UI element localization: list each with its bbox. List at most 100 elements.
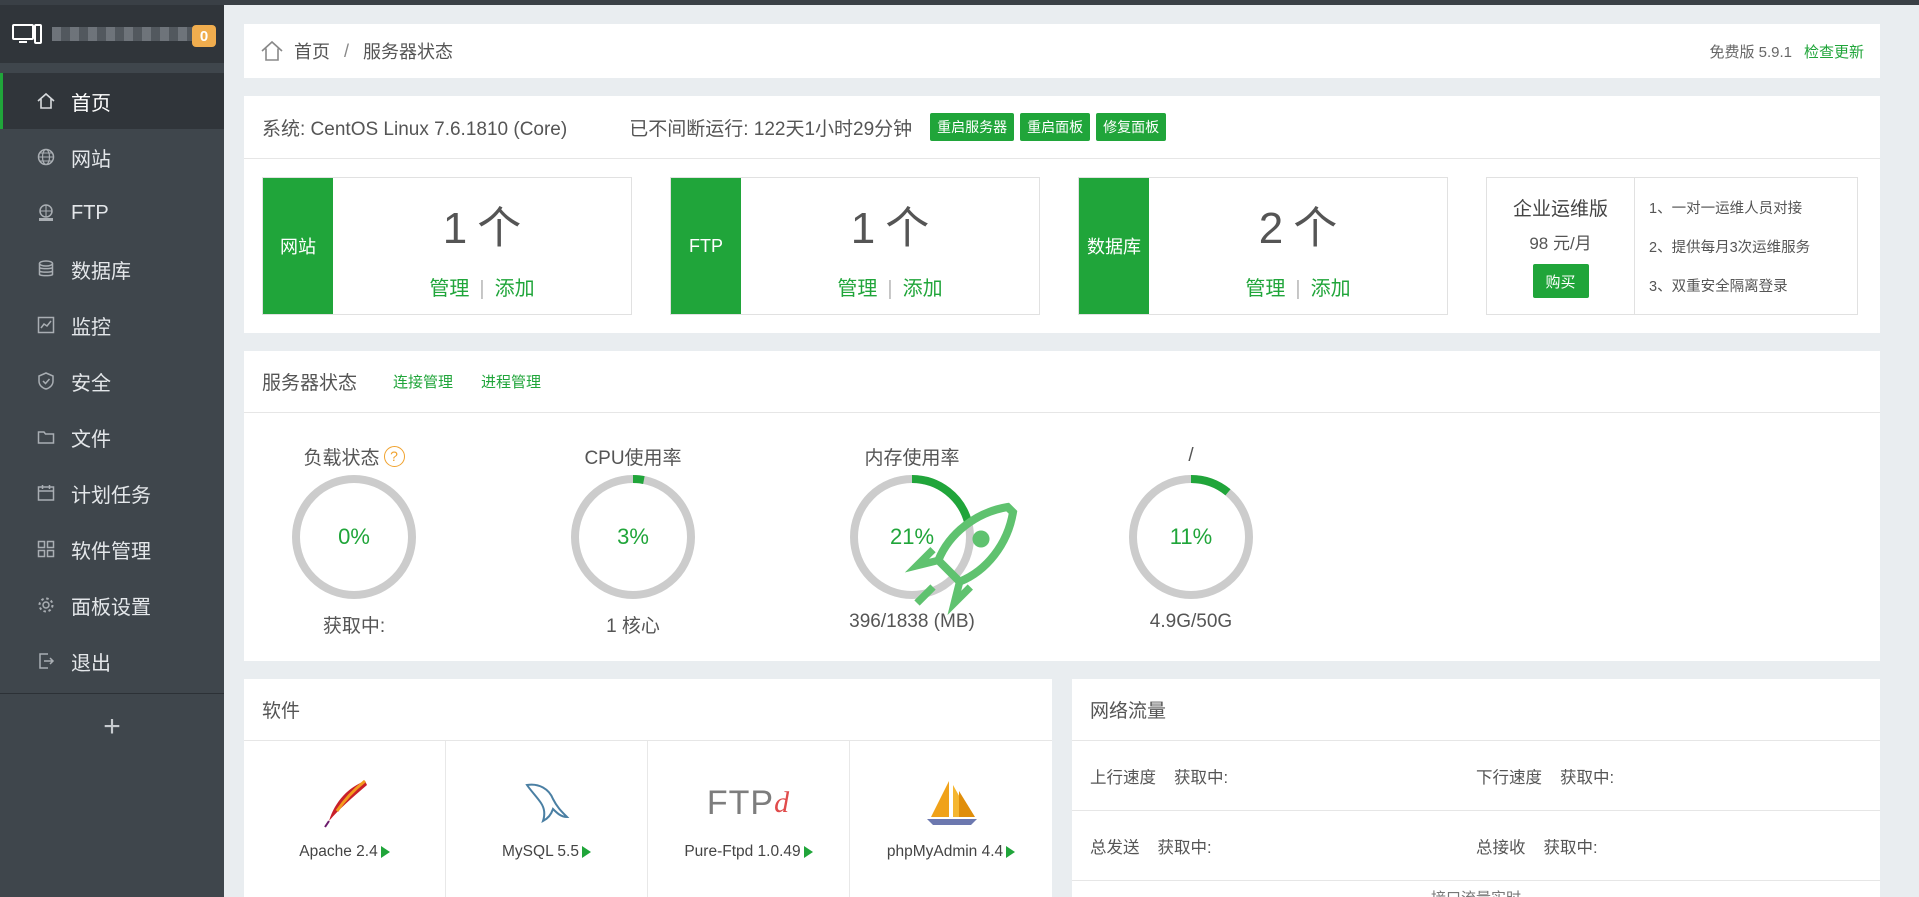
manage-link[interactable]: 管理: [429, 278, 469, 300]
card-count: 2个: [1259, 192, 1337, 256]
sidebar-item-home[interactable]: 首页: [0, 73, 224, 129]
link-separator: |: [1295, 277, 1301, 300]
phpmyadmin-sail-icon: [921, 777, 981, 829]
website-count-card: 网站 1个 管理 | 添加: [262, 177, 632, 315]
card-count: 1个: [851, 192, 929, 256]
buy-button[interactable]: 购买: [1532, 264, 1589, 298]
add-link[interactable]: 添加: [495, 278, 535, 300]
home-icon[interactable]: [260, 39, 284, 63]
cpu-gauge[interactable]: CPU使用率 3% 1 核心: [543, 443, 723, 638]
breadcrumb: 首页 / 服务器状态 免费版 5.9.1 检查更新: [244, 24, 1880, 78]
card-label: 网站: [263, 178, 333, 314]
feature-item: 3、双重安全隔离登录: [1649, 278, 1788, 295]
count-unit: 个: [1293, 203, 1338, 253]
gauge-row: 负载状态? 0% 获取中: CPU使用率 3% 1 核心 内存使用率 21% 3…: [244, 413, 1880, 661]
add-link[interactable]: 添加: [903, 278, 943, 300]
software-grid: Apache 2.4 MySQL 5.5 FTP d Pure-Ftpd 1.0.…: [244, 741, 1052, 897]
sidebar-item-settings[interactable]: 面板设置: [0, 577, 224, 633]
play-icon[interactable]: [380, 846, 390, 858]
upload-value: 获取中:: [1174, 768, 1229, 787]
enterprise-price: 98 元/月: [1529, 234, 1592, 253]
gear-icon: [35, 594, 57, 616]
count-number: 1: [442, 203, 468, 253]
gauge-value: 3%: [617, 524, 649, 549]
upload-label: 上行速度: [1090, 768, 1156, 787]
server-status-panel: 服务器状态 连接管理 进程管理 负载状态? 0% 获取中: CPU使用率 3% …: [244, 351, 1880, 661]
sidebar-item-files[interactable]: 文件: [0, 409, 224, 465]
link-separator: |: [887, 277, 893, 300]
card-body: 1个 管理 | 添加: [333, 178, 631, 314]
sidebar-item-label: 网站: [71, 148, 111, 171]
software-item-apache[interactable]: Apache 2.4: [244, 741, 446, 897]
sidebar-item-database[interactable]: 数据库: [0, 241, 224, 297]
gauge-footer: 1 核心: [606, 616, 660, 637]
software-name: MySQL 5.5: [502, 843, 591, 861]
memory-gauge[interactable]: 内存使用率 21% 396/1838 (MB): [822, 443, 1018, 633]
breadcrumb-home-link[interactable]: 首页: [294, 38, 330, 64]
download-speed: 下行速度 获取中:: [1476, 764, 1862, 788]
folder-icon: [35, 426, 57, 448]
sidebar-item-label: 监控: [71, 316, 111, 339]
breadcrumb-separator: /: [344, 40, 350, 61]
sidebar-item-label: 数据库: [71, 260, 131, 283]
software-panel: 软件 Apache 2.4 MySQL 5.5 FTPd Pure-Ftpd: [244, 679, 1052, 897]
apache-feather-icon: [315, 777, 375, 829]
main-content: 首页 / 服务器状态 免费版 5.9.1 检查更新 系统: CentOS Lin…: [244, 24, 1880, 897]
software-item-phpmyadmin[interactable]: phpMyAdmin 4.4: [850, 741, 1052, 897]
sidebar-item-website[interactable]: 网站: [0, 129, 224, 185]
ftpd-logo-suffix: d: [774, 786, 791, 819]
bottom-row: 软件 Apache 2.4 MySQL 5.5 FTPd Pure-Ftpd: [244, 679, 1880, 897]
sidebar-item-label: 软件管理: [71, 540, 151, 563]
download-value: 获取中:: [1560, 768, 1615, 787]
sidebar-item-monitor[interactable]: 监控: [0, 297, 224, 353]
software-name-text: MySQL 5.5: [502, 843, 579, 860]
help-icon[interactable]: ?: [383, 445, 405, 467]
traffic-chart-caption: 接口流量实时: [1072, 881, 1880, 897]
check-update-link[interactable]: 检查更新: [1804, 41, 1864, 62]
calendar-icon: [35, 482, 57, 504]
sidebar-item-logout[interactable]: 退出: [0, 633, 224, 689]
server-name-redacted: [52, 27, 202, 41]
manage-link[interactable]: 管理: [837, 278, 877, 300]
gauge-value: 21%: [889, 524, 935, 549]
gauge-footer: 获取中:: [322, 616, 386, 637]
gauge-ring: 0%: [290, 473, 418, 601]
connection-manage-link[interactable]: 连接管理: [393, 371, 453, 392]
sidebar-item-security[interactable]: 安全: [0, 353, 224, 409]
gauge-ring: 11%: [1127, 473, 1255, 601]
play-icon[interactable]: [1006, 846, 1016, 858]
repair-panel-button[interactable]: 修复面板: [1096, 113, 1167, 141]
card-body: 2个 管理 | 添加: [1149, 178, 1447, 314]
gauge-title-text: 负载状态: [303, 447, 380, 469]
upload-speed: 上行速度 获取中:: [1090, 764, 1476, 788]
software-item-mysql[interactable]: MySQL 5.5: [446, 741, 648, 897]
manage-link[interactable]: 管理: [1245, 278, 1285, 300]
panel-title: 网络流量: [1090, 701, 1167, 722]
ftpd-logo-icon: FTP d: [707, 777, 789, 829]
notification-badge[interactable]: 0: [192, 25, 216, 47]
sidebar-item-software[interactable]: 软件管理: [0, 521, 224, 577]
add-link[interactable]: 添加: [1311, 278, 1351, 300]
software-name-text: phpMyAdmin 4.4: [886, 843, 1004, 860]
add-shortcut-button[interactable]: +: [0, 710, 224, 744]
sidebar-item-cron[interactable]: 计划任务: [0, 465, 224, 521]
card-body: 1个 管理 | 添加: [741, 178, 1039, 314]
grid-icon: [35, 538, 57, 560]
software-name-text: Apache 2.4: [299, 843, 378, 860]
process-manage-link[interactable]: 进程管理: [481, 371, 541, 392]
disk-gauge[interactable]: / 11% 4.9G/50G: [1101, 443, 1281, 633]
logout-icon: [35, 650, 57, 672]
sidebar: 0 首页 网站 FTP 数据库 监控 安全 文件 计划任务 软件管理 面板设置 …: [0, 5, 224, 897]
load-gauge[interactable]: 负载状态? 0% 获取中:: [264, 443, 444, 638]
ftpd-logo-text: FTP: [706, 783, 775, 822]
play-icon[interactable]: [803, 846, 813, 858]
play-icon[interactable]: [581, 846, 591, 858]
uptime-info: 已不间断运行: 122天1小时29分钟: [629, 118, 913, 140]
link-separator: |: [479, 277, 485, 300]
restart-panel-button[interactable]: 重启面板: [1020, 113, 1091, 141]
sidebar-item-ftp[interactable]: FTP: [0, 185, 224, 241]
restart-server-button[interactable]: 重启服务器: [930, 113, 1015, 141]
count-unit: 个: [477, 203, 522, 253]
sidebar-header: 0: [0, 5, 224, 63]
software-item-pure-ftpd[interactable]: FTP d Pure-Ftpd 1.0.49: [648, 741, 850, 897]
